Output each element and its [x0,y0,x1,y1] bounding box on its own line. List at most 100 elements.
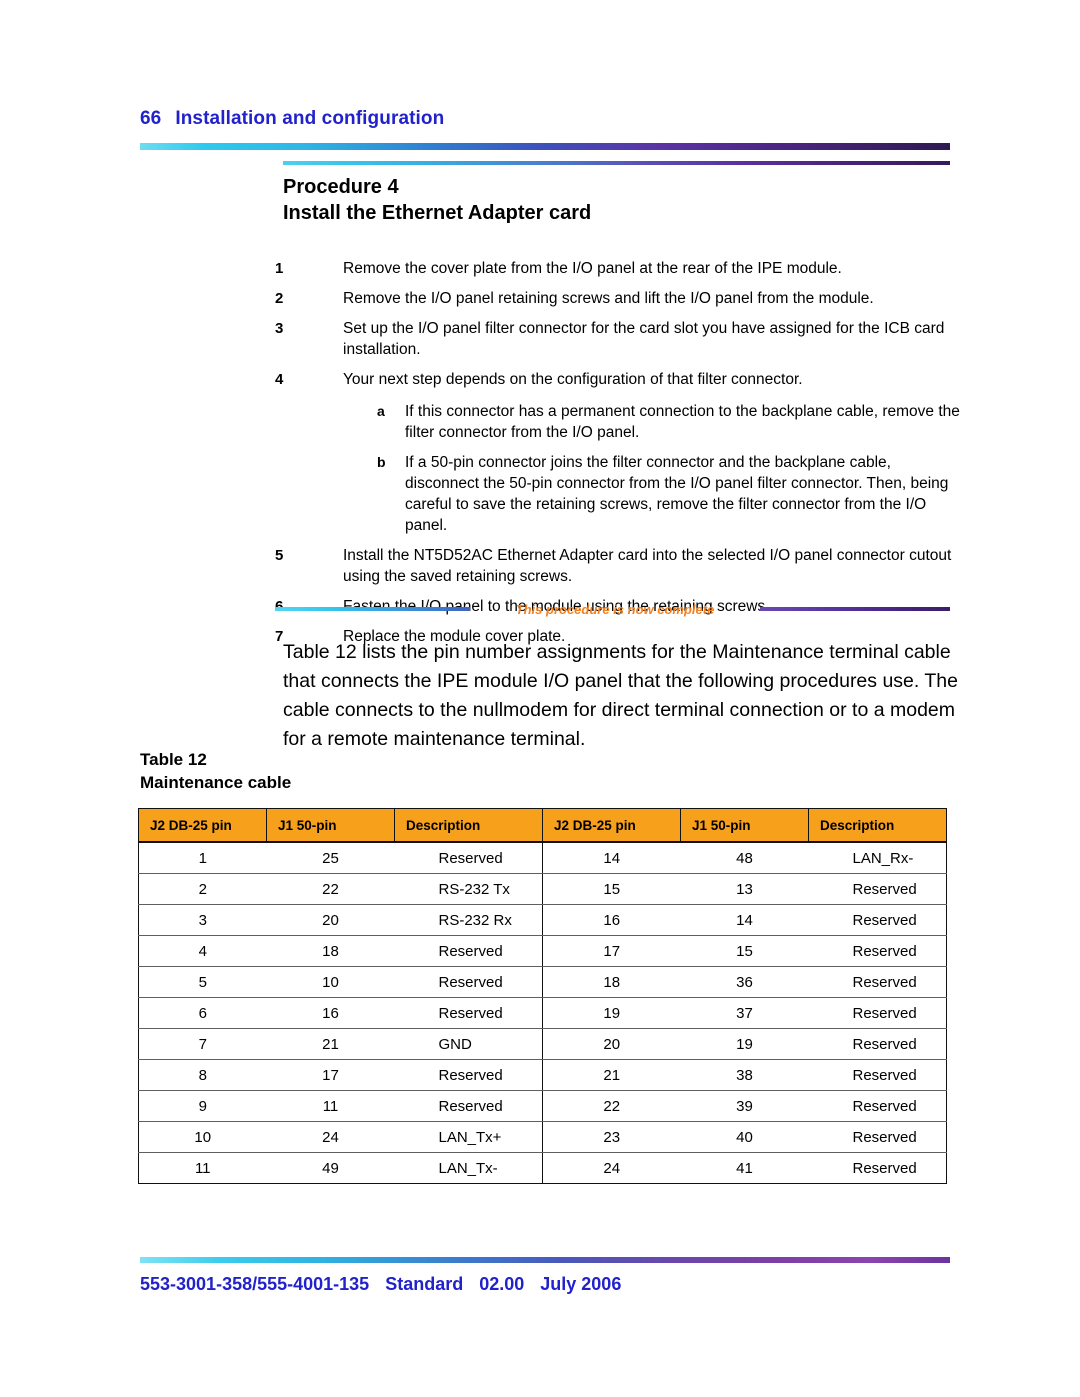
cell-desc-right: Reserved [808,1059,947,1091]
cell-j2-left: 10 [138,1121,267,1153]
table-row: 8 17 Reserved 21 38 Reserved [138,1059,947,1091]
table-row: 10 24 LAN_Tx+ 23 40 Reserved [138,1121,947,1153]
step-item: 4 Your next step depends on the configur… [275,369,960,390]
cell-j1-left: 17 [266,1059,395,1091]
cell-j1-left: 22 [266,873,395,905]
cell-desc-right: Reserved [808,966,947,998]
cell-desc-right: Reserved [808,1028,947,1060]
procedure-label: Procedure 4 [283,176,399,198]
procedure-steps: 1 Remove the cover plate from the I/O pa… [275,258,960,656]
cell-j1-right: 40 [680,1121,809,1153]
step-text: Remove the I/O panel retaining screws an… [343,290,874,307]
footer-gradient-rule [140,1257,950,1263]
cell-j1-left: 20 [266,904,395,936]
cell-desc-left: RS-232 Rx [394,904,543,936]
substep-item: b If a 50-pin connector joins the filter… [377,452,960,536]
cell-j2-right: 14 [542,842,681,874]
cell-desc-left: RS-232 Tx [394,873,543,905]
step-item: 3 Set up the I/O panel filter connector … [275,318,960,360]
cell-j2-right: 20 [542,1028,681,1060]
procedure-heading: Procedure 4 Install the Ethernet Adapter… [283,174,953,226]
cell-desc-right: Reserved [808,873,947,905]
cell-j1-right: 36 [680,966,809,998]
cell-j2-right: 17 [542,935,681,967]
procedure-complete-rule-right [760,607,950,611]
document-page: 66 Installation and configuration Procedu… [0,0,1080,1397]
intro-paragraph: Table 12 lists the pin number assignment… [283,641,958,750]
cell-j1-right: 14 [680,904,809,936]
step-item: 1 Remove the cover plate from the I/O pa… [275,258,960,279]
cell-j2-left: 5 [138,966,267,998]
step-marker: 3 [275,320,284,337]
procedure-title: Install the Ethernet Adapter card [283,202,592,224]
cell-desc-right: Reserved [808,1121,947,1153]
cell-desc-left: Reserved [394,842,543,874]
cell-j1-left: 11 [266,1090,395,1122]
cell-desc-right: Reserved [808,935,947,967]
cell-j2-right: 24 [542,1152,681,1184]
step-marker: 5 [275,547,284,564]
step-text: Your next step depends on the configurat… [343,371,803,388]
cell-j1-left: 24 [266,1121,395,1153]
step-item: 5 Install the NT5D52AC Ethernet Adapter … [275,545,960,587]
step-marker: 2 [275,290,284,307]
table-caption: Table 12 Maintenance cable [140,748,640,794]
cell-j2-left: 8 [138,1059,267,1091]
footer-version: 02.00 [479,1274,525,1294]
pin-assignment-table-wrapper: J2 DB-25 pin J1 50-pin Description J2 DB… [138,808,947,1184]
table-row: 11 49 LAN_Tx- 24 41 Reserved [138,1152,947,1184]
cell-desc-left: Reserved [394,935,543,967]
cell-desc-left: LAN_Tx- [394,1152,543,1184]
cell-desc-left: Reserved [394,1059,543,1091]
substep-text: If a 50-pin connector joins the filter c… [405,454,949,534]
footer-doc-numbers: 553-3001-358/555-4001-135 [140,1274,370,1294]
cell-j2-right: 21 [542,1059,681,1091]
table-row: 2 22 RS-232 Tx 15 13 Reserved [138,873,947,905]
cell-desc-left: LAN_Tx+ [394,1121,543,1153]
table-header-row: J2 DB-25 pin J1 50-pin Description J2 DB… [138,808,947,843]
cell-j2-left: 6 [138,997,267,1029]
running-header: 66 Installation and configuration [140,108,950,130]
cell-j2-right: 23 [542,1121,681,1153]
cell-j1-left: 18 [266,935,395,967]
cell-j2-right: 16 [542,904,681,936]
substep-marker: b [377,454,386,470]
cell-j1-left: 16 [266,997,395,1029]
cell-desc-right: Reserved [808,1152,947,1184]
column-header-desc-left: Description [394,808,543,843]
procedure-complete-band: This procedure is now complete [275,600,950,618]
table-row: 4 18 Reserved 17 15 Reserved [138,935,947,967]
table-row: 6 16 Reserved 19 37 Reserved [138,997,947,1029]
cell-desc-right: Reserved [808,904,947,936]
cell-desc-left: Reserved [394,997,543,1029]
procedure-complete-label: This procedure is now complete [515,601,715,617]
running-footer: 553-3001-358/555-4001-135 Standard 02.00 Ju… [140,1274,950,1295]
cell-j2-right: 22 [542,1090,681,1122]
cell-desc-left: GND [394,1028,543,1060]
cell-j1-right: 38 [680,1059,809,1091]
step-text: Remove the cover plate from the I/O pane… [343,260,842,277]
column-header-j2-left: J2 DB-25 pin [138,808,267,843]
table-row: 7 21 GND 20 19 Reserved [138,1028,947,1060]
cell-j2-right: 18 [542,966,681,998]
table-caption-title: Maintenance cable [140,773,292,792]
step-marker: 4 [275,371,284,388]
header-title: Installation and configuration [175,108,445,129]
footer-status: Standard [385,1274,464,1294]
table-body: 1 25 Reserved 14 48 LAN_Rx- 2 22 RS-232 … [138,842,947,1184]
cell-desc-left: Reserved [394,966,543,998]
cell-j1-left: 10 [266,966,395,998]
cell-j2-left: 4 [138,935,267,967]
cell-j1-right: 39 [680,1090,809,1122]
step-item: 2 Remove the I/O panel retaining screws … [275,288,960,309]
cell-j2-left: 3 [138,904,267,936]
cell-j2-left: 2 [138,873,267,905]
cell-desc-right: LAN_Rx- [808,842,947,874]
table-row: 1 25 Reserved 14 48 LAN_Rx- [138,842,947,874]
table-row: 3 20 RS-232 Rx 16 14 Reserved [138,904,947,936]
cell-j1-left: 25 [266,842,395,874]
cell-desc-left: Reserved [394,1090,543,1122]
procedure-top-rule [283,161,950,165]
cell-j1-right: 37 [680,997,809,1029]
substep-list: a If this connector has a permanent conn… [275,401,960,536]
